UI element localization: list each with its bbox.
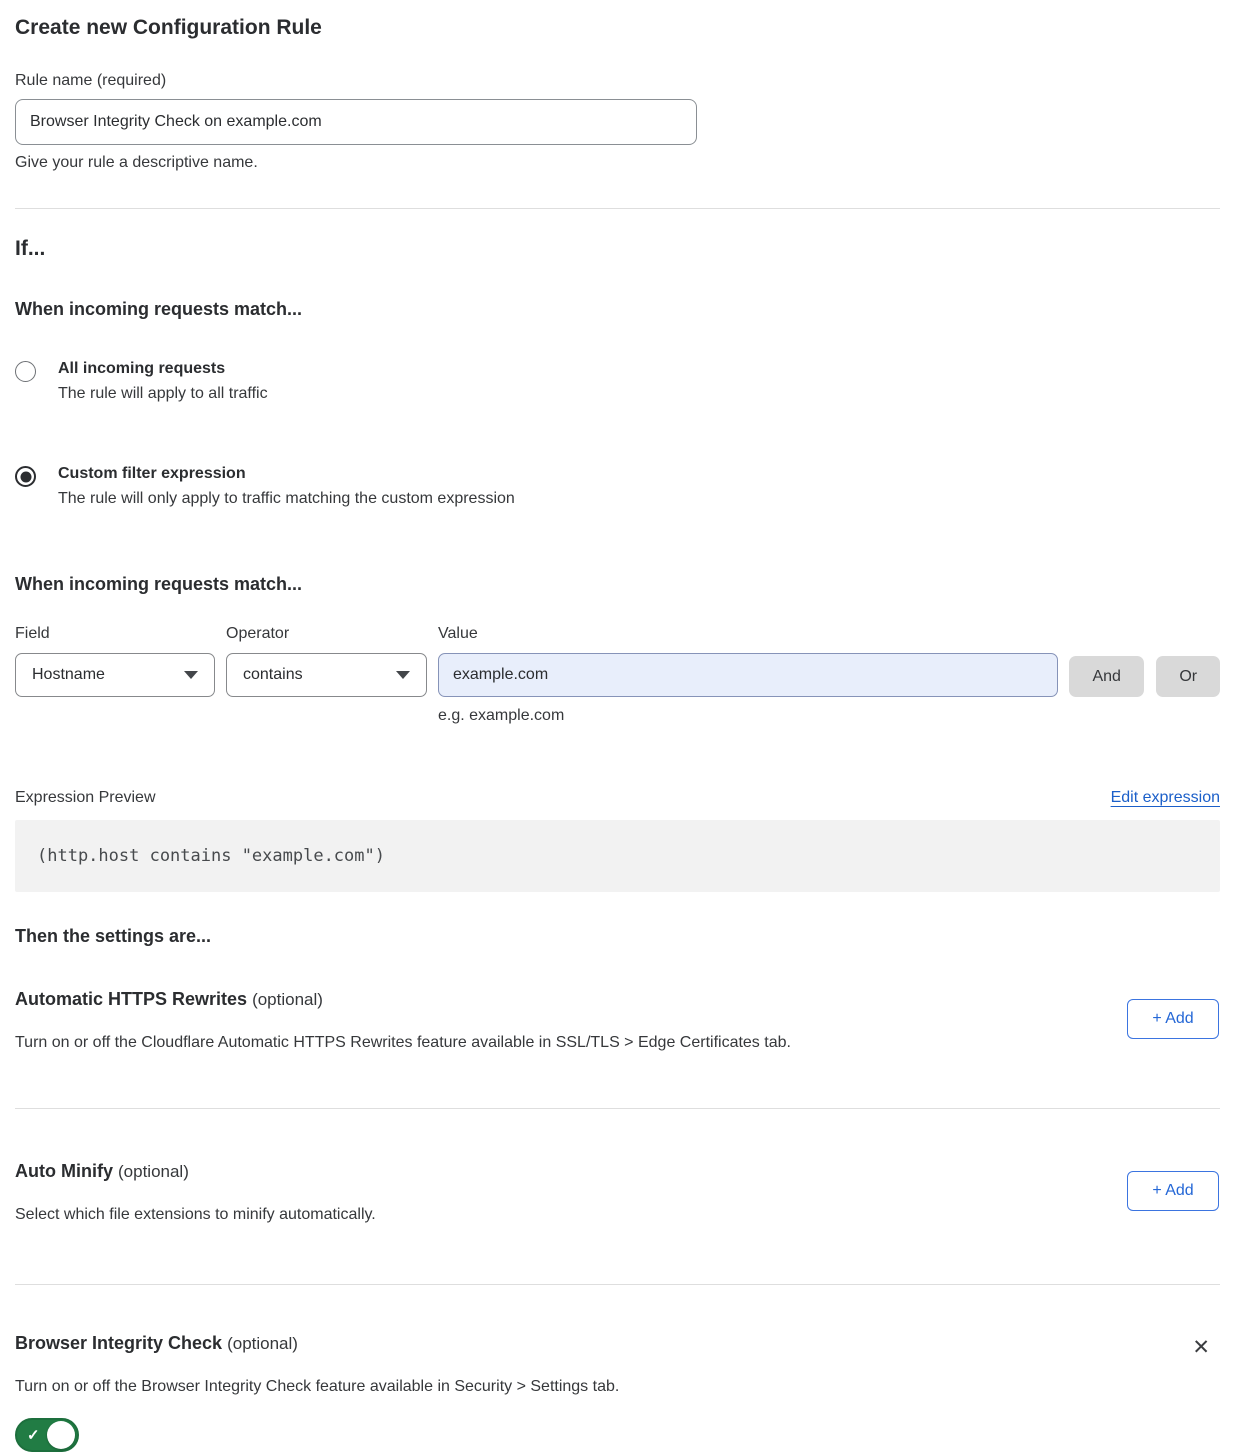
- rule-name-helper: Give your rule a descriptive name.: [15, 154, 1220, 172]
- operator-column: Operator contains: [226, 625, 438, 697]
- add-auto-minify-button[interactable]: + Add: [1127, 1171, 1219, 1211]
- check-icon: ✓: [27, 1426, 40, 1444]
- close-icon[interactable]: ✕: [1192, 1337, 1210, 1358]
- setting-auto-minify: Auto Minify (optional) Select which file…: [15, 1161, 1220, 1224]
- value-helper: e.g. example.com: [438, 707, 1058, 725]
- match-heading: When incoming requests match...: [15, 299, 1220, 320]
- setting-description: Turn on or off the Browser Integrity Che…: [15, 1378, 619, 1396]
- setting-optional: (optional): [252, 990, 323, 1009]
- setting-name: Auto Minify: [15, 1161, 113, 1181]
- rule-name-label: Rule name (required): [15, 72, 1220, 90]
- expression-preview-label: Expression Preview: [15, 789, 156, 807]
- setting-optional: (optional): [118, 1162, 189, 1181]
- value-input[interactable]: [438, 653, 1058, 697]
- radio-option-all-incoming-requests[interactable]: All incoming requests The rule will appl…: [15, 360, 1220, 403]
- field-select[interactable]: Hostname: [15, 653, 215, 697]
- value-label: Value: [438, 625, 1058, 643]
- setting-description: Select which file extensions to minify a…: [15, 1206, 376, 1224]
- divider: [15, 1108, 1220, 1109]
- expression-preview-header: Expression Preview Edit expression: [15, 789, 1220, 807]
- setting-browser-integrity-check: Browser Integrity Check (optional) Turn …: [15, 1333, 1220, 1452]
- builder-heading: When incoming requests match...: [15, 574, 1220, 595]
- field-label: Field: [15, 625, 226, 643]
- add-automatic-https-rewrites-button[interactable]: + Add: [1127, 999, 1219, 1039]
- expression-preview-code: (http.host contains "example.com"): [15, 820, 1220, 892]
- then-heading: Then the settings are...: [15, 926, 1220, 947]
- radio-label: All incoming requests: [58, 360, 268, 378]
- setting-optional: (optional): [227, 1334, 298, 1353]
- setting-name: Automatic HTTPS Rewrites: [15, 989, 247, 1009]
- setting-title: Browser Integrity Check (optional): [15, 1333, 619, 1354]
- radio-description: The rule will apply to all traffic: [58, 385, 268, 403]
- operator-select[interactable]: contains: [226, 653, 427, 697]
- operator-select-value: contains: [243, 666, 303, 684]
- setting-title: Automatic HTTPS Rewrites (optional): [15, 989, 791, 1010]
- radio-label: Custom filter expression: [58, 465, 515, 483]
- create-configuration-rule-form: Create new Configuration Rule Rule name …: [0, 0, 1237, 1452]
- edit-expression-link[interactable]: Edit expression: [1111, 789, 1220, 807]
- setting-title: Auto Minify (optional): [15, 1161, 376, 1182]
- expression-builder-row: Field Hostname Operator contains Value e…: [15, 625, 1220, 725]
- field-select-value: Hostname: [32, 666, 105, 684]
- divider: [15, 208, 1220, 209]
- browser-integrity-check-toggle[interactable]: ✓: [15, 1418, 79, 1452]
- field-column: Field Hostname: [15, 625, 226, 697]
- radio-option-custom-filter-expression[interactable]: Custom filter expression The rule will o…: [15, 465, 1220, 508]
- radio-button-selected[interactable]: [15, 466, 36, 487]
- and-button[interactable]: And: [1069, 656, 1144, 697]
- setting-name: Browser Integrity Check: [15, 1333, 222, 1353]
- setting-automatic-https-rewrites: Automatic HTTPS Rewrites (optional) Turn…: [15, 989, 1220, 1052]
- setting-description: Turn on or off the Cloudflare Automatic …: [15, 1034, 791, 1052]
- radio-button[interactable]: [15, 361, 36, 382]
- toggle-knob[interactable]: [47, 1421, 75, 1449]
- page-title: Create new Configuration Rule: [15, 16, 1220, 40]
- chevron-down-icon: [184, 671, 198, 679]
- chevron-down-icon: [396, 671, 410, 679]
- divider: [15, 1284, 1220, 1285]
- value-column: Value e.g. example.com: [438, 625, 1058, 725]
- operator-label: Operator: [226, 625, 438, 643]
- if-heading: If...: [15, 237, 1220, 261]
- or-button[interactable]: Or: [1156, 656, 1220, 697]
- radio-description: The rule will only apply to traffic matc…: [58, 490, 515, 508]
- rule-name-input[interactable]: [15, 99, 697, 145]
